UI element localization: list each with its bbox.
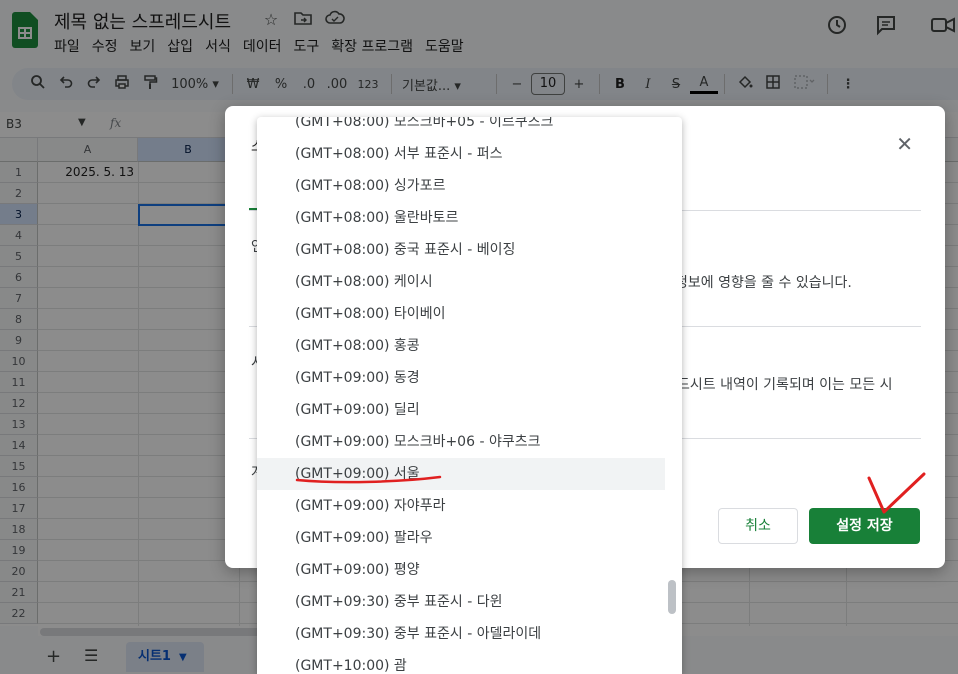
timezone-option[interactable]: (GMT+10:00) 괌	[257, 650, 665, 674]
timezone-option[interactable]: (GMT+08:00) 중국 표준시 - 베이징	[257, 234, 665, 266]
timezone-dropdown[interactable]: (GMT+08:00) 모스크바+05 - 이르쿠츠크 (GMT+08:00) 서…	[257, 117, 682, 674]
timezone-option[interactable]: (GMT+08:00) 울란바토르	[257, 202, 665, 234]
timezone-option[interactable]: (GMT+08:00) 모스크바+05 - 이르쿠츠크	[257, 117, 665, 138]
timezone-option[interactable]: (GMT+08:00) 케이시	[257, 266, 665, 298]
timezone-option[interactable]: (GMT+09:00) 평양	[257, 554, 665, 586]
dropdown-scroll-thumb[interactable]	[668, 580, 676, 614]
timezone-option[interactable]: (GMT+09:30) 중부 표준시 - 다윈	[257, 586, 665, 618]
timezone-option[interactable]: (GMT+08:00) 서부 표준시 - 퍼스	[257, 138, 665, 170]
timezone-option[interactable]: (GMT+09:00) 딜리	[257, 394, 665, 426]
timezone-option[interactable]: (GMT+08:00) 타이베이	[257, 298, 665, 330]
timezone-option[interactable]: (GMT+08:00) 싱가포르	[257, 170, 665, 202]
timezone-option[interactable]: (GMT+09:00) 자야푸라	[257, 490, 665, 522]
timezone-option[interactable]: (GMT+09:00) 동경	[257, 362, 665, 394]
timezone-description: 드시트 내역이 기록되며 이는 모든 시	[677, 377, 893, 393]
timezone-option[interactable]: (GMT+08:00) 홍콩	[257, 330, 665, 362]
timezone-option[interactable]: (GMT+09:30) 중부 표준시 - 아델라이데	[257, 618, 665, 650]
app-root: 제목 없는 스프레드시트 ☆ 파일 수정 보기 삽입 서식 데이터 도구 확장 …	[0, 0, 958, 674]
save-settings-button[interactable]: 설정 저장	[809, 508, 920, 544]
timezone-option[interactable]: (GMT+09:00) 서울	[257, 458, 665, 490]
locale-description: 정보에 영향을 줄 수 있습니다.	[675, 275, 852, 291]
timezone-option[interactable]: (GMT+09:00) 모스크바+06 - 야쿠츠크	[257, 426, 665, 458]
close-icon[interactable]: ✕	[896, 132, 913, 156]
cancel-button[interactable]: 취소	[718, 508, 798, 544]
timezone-option[interactable]: (GMT+09:00) 팔라우	[257, 522, 665, 554]
